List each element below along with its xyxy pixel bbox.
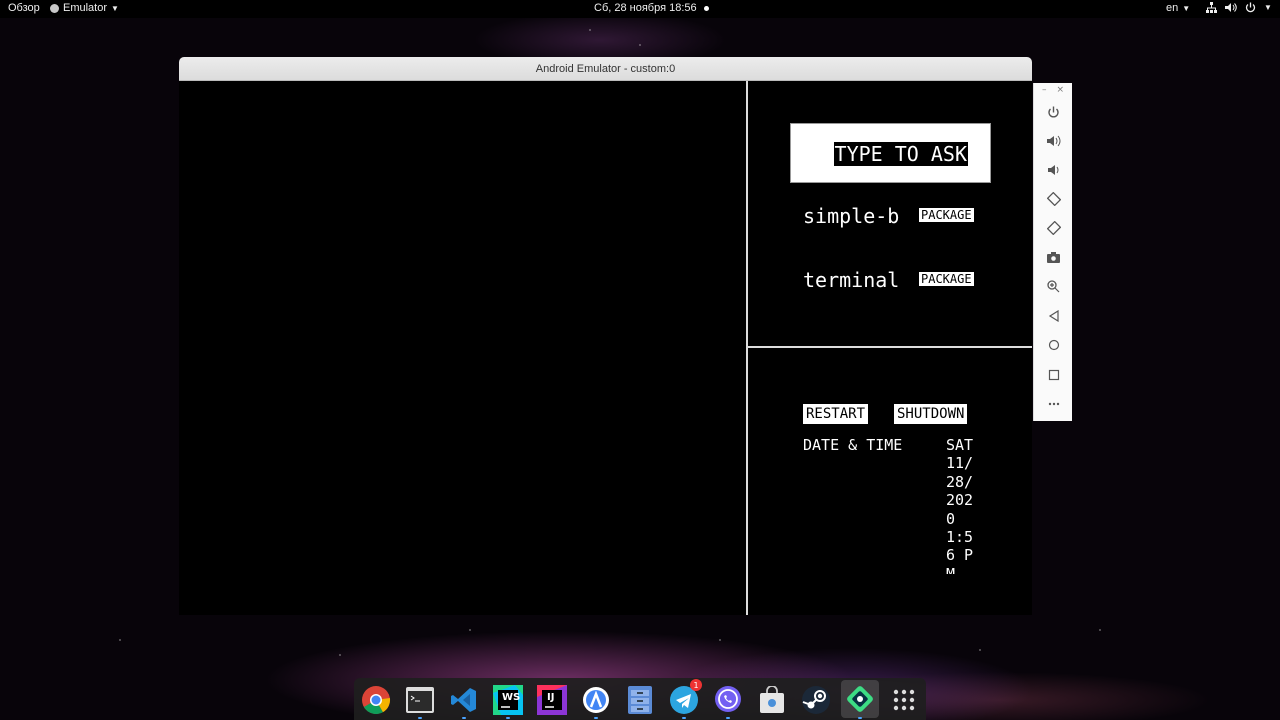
restart-button[interactable]: RESTART [803,404,869,424]
system-menu[interactable]: ▼ [1206,2,1272,13]
ask-label: TYPE TO ASK [833,142,968,166]
running-indicator [726,717,730,719]
notification-badge: 1 [690,679,702,691]
viber-icon[interactable] [712,684,744,716]
zoom-icon[interactable] [1034,274,1073,298]
chrome-icon[interactable] [360,684,392,716]
datetime-label: DATE & TIME [803,436,903,454]
running-indicator [418,717,422,719]
running-indicator [858,717,862,719]
clock[interactable]: Сб, 28 ноября 18:56 [594,2,709,14]
close-button[interactable]: × [1057,85,1065,95]
emulator-screen[interactable]: TYPE TO ASK simple-b PACKAGE terminal PA… [179,81,1032,615]
rotate-left-icon[interactable] [1034,187,1073,211]
notification-dot-icon [703,5,709,11]
divider [748,346,1032,348]
camera-icon[interactable] [1034,245,1073,269]
app-icon [50,3,59,13]
more-icon[interactable] [1034,392,1073,416]
overview-icon[interactable] [1034,363,1073,387]
divider [746,81,748,615]
emulator-toolbar: – × [1033,83,1072,421]
software-store-icon[interactable] [756,684,788,716]
shutdown-button[interactable]: SHUTDOWN [894,404,968,424]
app-grid-icon[interactable] [888,684,920,716]
window-title: Android Emulator - custom:0 [535,62,676,75]
steam-icon[interactable] [800,684,832,716]
package-badge: PACKAGE [919,272,974,286]
package-item-terminal[interactable]: terminal [803,268,899,292]
package-item-simple-b[interactable]: simple-b [803,204,899,228]
webstorm-icon[interactable]: WS [492,684,524,716]
running-indicator [682,717,686,719]
running-indicator [506,717,510,719]
volume-down-icon[interactable] [1034,158,1073,182]
power-icon[interactable] [1034,100,1073,124]
home-icon[interactable] [1034,333,1073,357]
window-titlebar[interactable]: Android Emulator - custom:0 [179,57,1032,81]
volume-up-icon[interactable] [1034,129,1073,153]
files-icon[interactable] [624,684,656,716]
power-icon [1245,2,1256,13]
running-indicator [594,717,598,719]
language-selector[interactable]: en ▼ [1166,2,1190,14]
vscode-icon[interactable] [448,684,480,716]
ask-input[interactable]: TYPE TO ASK [790,123,991,183]
volume-icon [1225,3,1237,12]
back-icon[interactable] [1034,304,1073,328]
datetime-value: SAT 11/28/2020 1:56 PM [946,436,974,574]
chevron-down-icon: ▼ [111,3,119,13]
running-indicator [462,717,466,719]
chevron-down-icon: ▼ [1182,3,1191,13]
top-bar: Обзор Emulator ▼ Сб, 28 ноября 18:56 en … [0,0,1280,18]
network-icon [1206,2,1217,13]
android-studio-icon[interactable] [580,684,612,716]
terminal-icon[interactable] [404,684,436,716]
intellij-icon[interactable]: IJ [536,684,568,716]
chevron-down-icon: ▼ [1264,3,1272,12]
emulator-icon[interactable] [841,680,879,718]
dock: WS IJ 1 [354,678,926,720]
webstorm-label: WS [502,692,521,703]
intellij-label: IJ [547,692,555,703]
minimize-button[interactable]: – [1042,85,1047,95]
rotate-right-icon[interactable] [1034,216,1073,240]
toolbar-window-controls: – × [1042,85,1064,95]
activities-button[interactable]: Обзор [8,2,40,14]
package-badge: PACKAGE [919,208,974,222]
app-menu[interactable]: Emulator ▼ [50,2,119,14]
